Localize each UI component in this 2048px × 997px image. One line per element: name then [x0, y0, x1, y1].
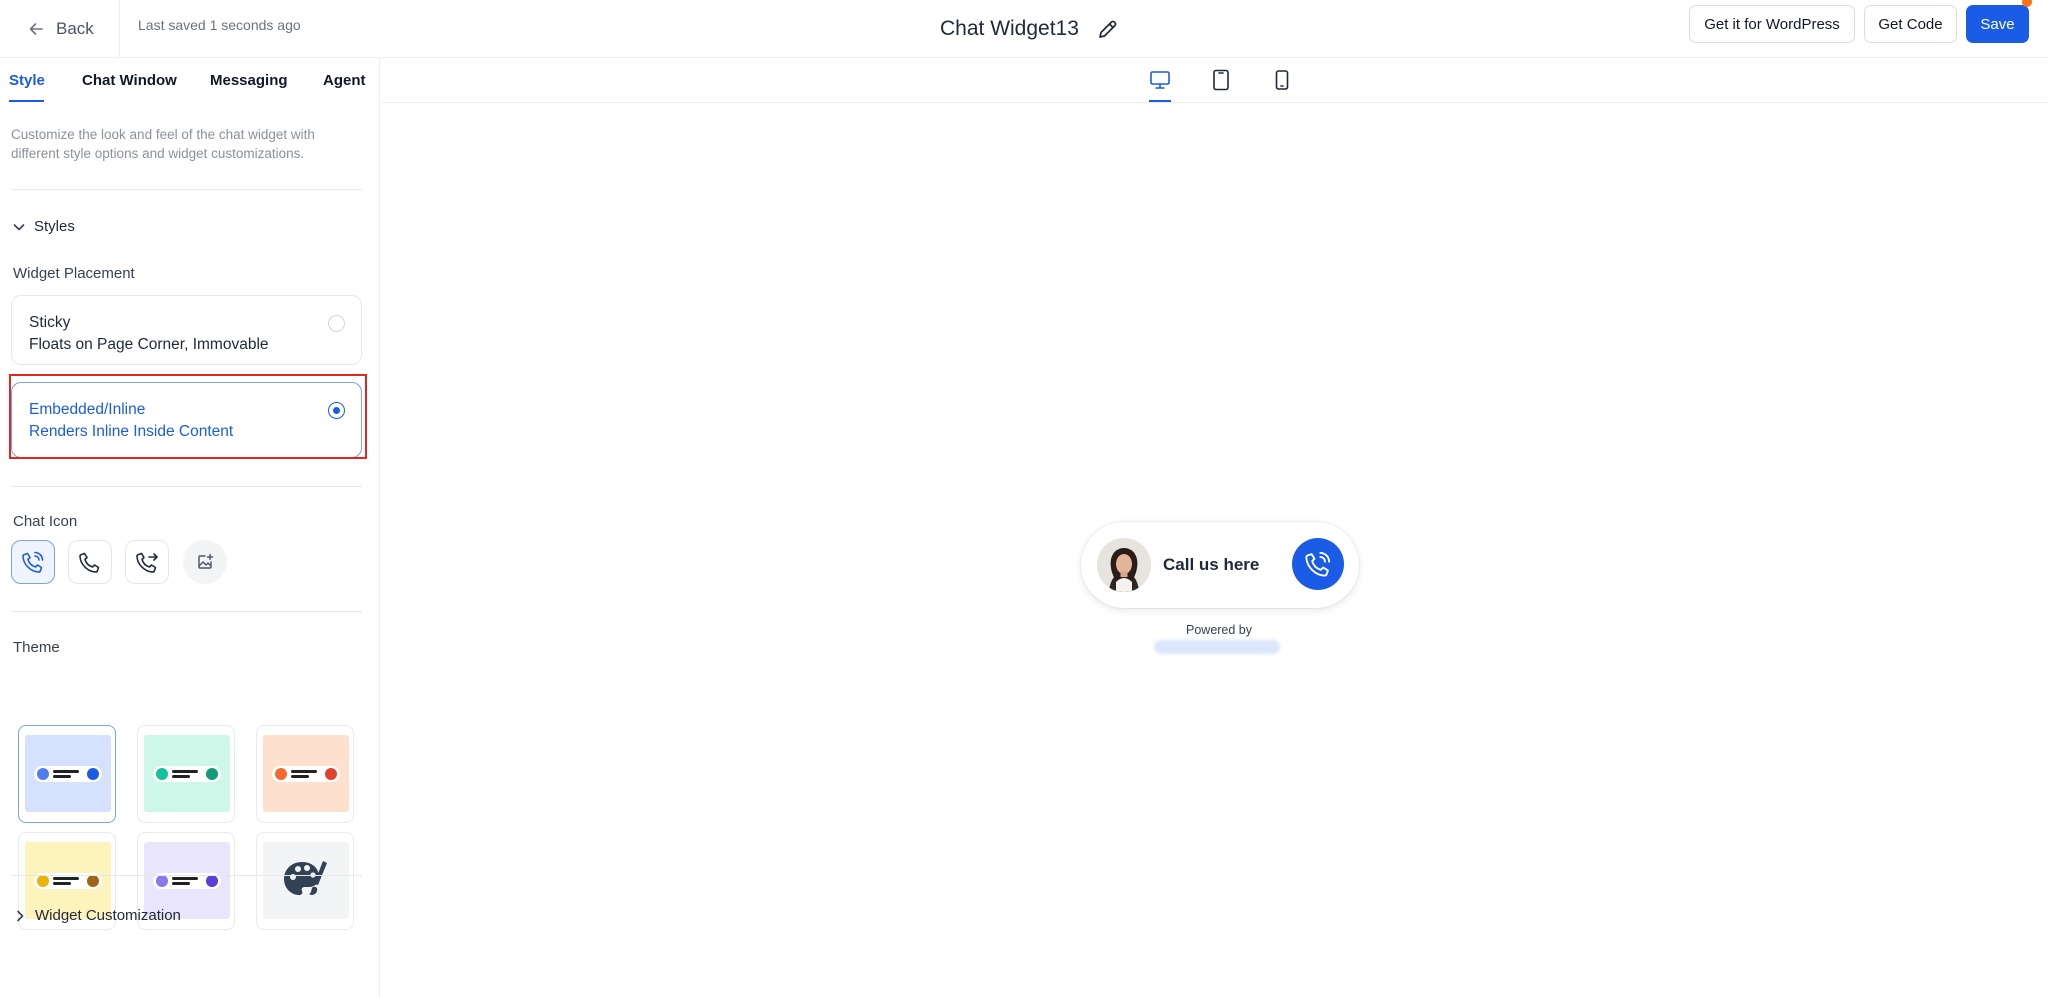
theme-preview — [263, 735, 349, 812]
get-code-button[interactable]: Get Code — [1864, 5, 1957, 43]
agent-avatar — [1097, 538, 1151, 592]
widget-pill-preview — [272, 766, 340, 782]
chat-icon-label: Chat Icon — [13, 513, 78, 530]
settings-tabs: Style Chat Window Messaging Agent — [0, 58, 380, 103]
back-button[interactable]: Back — [28, 13, 94, 45]
divider — [11, 486, 362, 487]
app-root: Back Last saved 1 seconds ago Chat Widge… — [0, 0, 2048, 997]
chat-icon-option-phone[interactable] — [68, 540, 112, 584]
save-button[interactable]: Save — [1966, 5, 2029, 43]
phone-ringing-icon — [1304, 550, 1332, 578]
last-saved-status: Last saved 1 seconds ago — [138, 17, 301, 33]
theme-preview — [263, 842, 349, 919]
placement-option-subtitle: Floats on Page Corner, Immovable — [29, 336, 269, 353]
chat-icon-option-upload[interactable] — [183, 540, 227, 584]
edit-title-icon[interactable] — [1097, 18, 1119, 40]
desktop-view-button[interactable] — [1149, 69, 1171, 91]
widget-placement-label: Widget Placement — [13, 265, 135, 282]
settings-panel: Style Chat Window Messaging Agent Custom… — [0, 58, 380, 997]
tablet-icon — [1210, 69, 1232, 91]
placement-option-embedded[interactable]: Embedded/Inline Renders Inline Inside Co… — [11, 382, 362, 458]
tab-agent[interactable]: Agent — [323, 72, 366, 89]
theme-option-6[interactable] — [256, 832, 354, 930]
divider — [11, 875, 362, 876]
title-area: Chat Widget13 — [940, 10, 1119, 48]
widget-customization-toggle[interactable]: Widget Customization — [14, 907, 181, 924]
active-device-indicator — [1149, 100, 1171, 102]
theme-option-1[interactable] — [18, 725, 116, 823]
device-toggle-bar — [381, 58, 2048, 103]
header-divider — [119, 0, 120, 58]
tab-messaging[interactable]: Messaging — [210, 72, 288, 89]
theme-label: Theme — [13, 639, 60, 656]
back-label: Back — [56, 19, 94, 38]
notification-dot — [2022, 0, 2032, 7]
phone-ringing-icon — [21, 550, 45, 574]
desktop-icon — [1149, 69, 1171, 91]
theme-option-2[interactable] — [137, 725, 235, 823]
get-for-wordpress-button[interactable]: Get it for WordPress — [1689, 5, 1855, 43]
widget-label: Call us here — [1163, 555, 1260, 574]
placement-option-title: Sticky — [29, 314, 71, 331]
mobile-icon — [1271, 69, 1293, 91]
widget-customization-label: Widget Customization — [35, 907, 181, 924]
styles-section-toggle[interactable]: Styles — [12, 218, 75, 235]
divider — [11, 189, 362, 190]
arrow-left-icon — [28, 21, 44, 37]
theme-preview — [25, 735, 111, 812]
image-upload-icon — [196, 553, 214, 571]
placement-option-title: Embedded/Inline — [29, 401, 146, 418]
placement-option-subtitle: Renders Inline Inside Content — [29, 423, 234, 440]
styles-section-label: Styles — [34, 218, 75, 235]
tab-style[interactable]: Style — [9, 72, 45, 89]
top-header: Back Last saved 1 seconds ago Chat Widge… — [0, 0, 2048, 58]
active-tab-indicator — [9, 100, 44, 102]
phone-icon — [78, 550, 102, 574]
widget-pill-preview — [34, 766, 102, 782]
chat-widget-preview[interactable]: Call us here — [1081, 522, 1359, 608]
theme-option-3[interactable] — [256, 725, 354, 823]
radio-button-selected[interactable] — [328, 402, 345, 419]
chat-icon-option-phone-forward[interactable] — [125, 540, 169, 584]
page-title: Chat Widget13 — [940, 17, 1079, 40]
divider — [11, 611, 362, 612]
mobile-view-button[interactable] — [1271, 69, 1293, 91]
tab-chat-window[interactable]: Chat Window — [82, 72, 177, 89]
brand-link[interactable] — [1154, 640, 1280, 654]
call-button[interactable] — [1292, 538, 1344, 590]
powered-by-text: Powered by — [1186, 623, 1253, 637]
radio-button[interactable] — [328, 315, 345, 332]
preview-area: Call us here Powered by — [381, 58, 2048, 997]
theme-preview — [144, 735, 230, 812]
chevron-right-icon — [14, 909, 26, 923]
chevron-down-icon — [12, 220, 26, 234]
phone-forward-icon — [135, 550, 159, 574]
placement-option-sticky[interactable]: Sticky Floats on Page Corner, Immovable — [11, 295, 362, 365]
palette-icon — [283, 859, 329, 901]
style-description: Customize the look and feel of the chat … — [11, 127, 315, 161]
widget-pill-preview — [153, 766, 221, 782]
chat-icon-option-phone-ringing[interactable] — [11, 540, 55, 584]
tablet-view-button[interactable] — [1210, 69, 1232, 91]
